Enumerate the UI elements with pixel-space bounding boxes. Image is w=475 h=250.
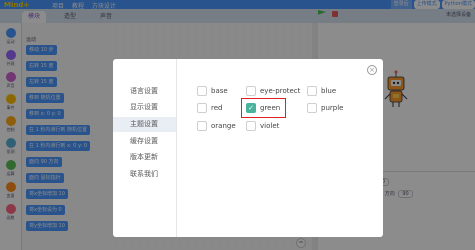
theme-label-blue: blue (321, 87, 337, 95)
theme-checkbox-red[interactable] (197, 103, 207, 113)
theme-label-eye-protect: eye-protect (260, 87, 301, 95)
theme-checkbox-eye-protect[interactable] (246, 86, 256, 96)
theme-label-violet: violet (260, 122, 280, 130)
sidebar-item-language[interactable]: 语言设置 (113, 84, 176, 99)
theme-option-red[interactable]: red (197, 103, 222, 113)
sidebar-item-theme[interactable]: 主题设置 (113, 117, 176, 132)
theme-label-orange: orange (211, 122, 236, 130)
theme-checkbox-blue[interactable] (307, 86, 317, 96)
theme-checkbox-purple[interactable] (307, 103, 317, 113)
theme-option-eye-protect[interactable]: eye-protect (246, 86, 300, 96)
theme-checkbox-orange[interactable] (197, 121, 207, 131)
sidebar-item-display[interactable]: 显示设置 (113, 100, 176, 115)
theme-option-green[interactable]: ✓ green (246, 103, 280, 113)
settings-sidebar: 语言设置 显示设置 主题设置 缓存设置 版本更新 联系我们 (113, 59, 177, 237)
theme-option-orange[interactable]: orange (197, 121, 236, 131)
theme-settings: base eye-protect blue red ✓ green purple… (177, 59, 383, 237)
theme-checkbox-base[interactable] (197, 86, 207, 96)
theme-option-violet[interactable]: violet (246, 121, 279, 131)
settings-dialog: × 语言设置 显示设置 主题设置 缓存设置 版本更新 联系我们 base eye… (113, 59, 383, 237)
theme-label-purple: purple (321, 104, 344, 112)
theme-option-blue[interactable]: blue (307, 86, 336, 96)
theme-label-base: base (211, 87, 228, 95)
sidebar-item-contact[interactable]: 联系我们 (113, 167, 176, 182)
sidebar-item-cache[interactable]: 缓存设置 (113, 134, 176, 149)
theme-option-purple[interactable]: purple (307, 103, 343, 113)
theme-option-base[interactable]: base (197, 86, 228, 96)
theme-checkbox-violet[interactable] (246, 121, 256, 131)
theme-label-red: red (211, 104, 223, 112)
theme-label-green: green (260, 104, 281, 112)
sidebar-item-updates[interactable]: 版本更新 (113, 150, 176, 165)
theme-checkbox-green[interactable]: ✓ (246, 103, 256, 113)
